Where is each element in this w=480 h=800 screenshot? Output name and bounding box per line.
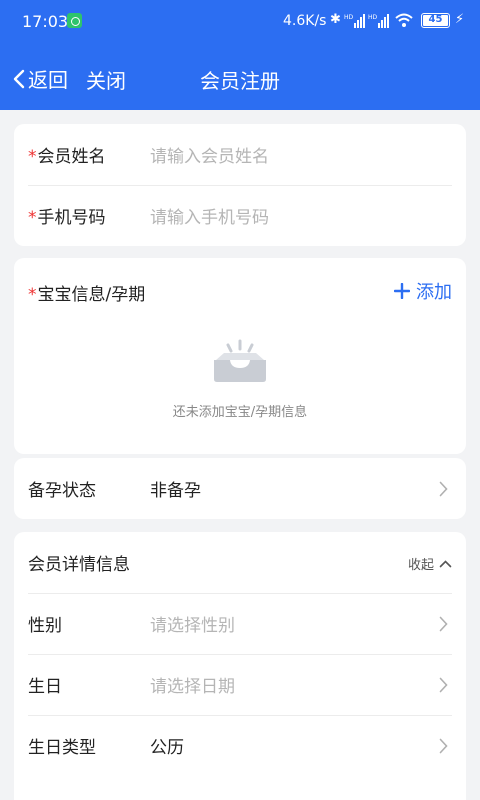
pregnancy-status-card: 备孕状态 非备孕 xyxy=(14,458,466,519)
basic-info-card: *会员姓名 请输入会员姓名 *手机号码 请输入手机号码 xyxy=(14,124,466,246)
status-time: 17:03 xyxy=(22,12,69,31)
header-bar: 17:03 4.6K/s ✱ HD HD 45 ⚡ 返回 关闭 会员注册 xyxy=(0,0,480,110)
name-row[interactable]: *会员姓名 请输入会员姓名 xyxy=(14,124,466,185)
required-mark: * xyxy=(28,285,37,305)
page-title: 会员注册 xyxy=(200,69,280,93)
add-label: 添加 xyxy=(416,282,452,303)
birthday-select[interactable]: 请选择日期 xyxy=(150,672,452,697)
svg-text:HD: HD xyxy=(368,14,378,21)
pregnancy-status-value: 非备孕 xyxy=(150,481,201,501)
chevron-right-icon xyxy=(439,738,448,754)
chevron-right-icon xyxy=(439,616,448,632)
collapse-button[interactable]: 收起 xyxy=(408,554,452,573)
birthday-type-label: 生日类型 xyxy=(28,738,96,758)
charging-icon: ⚡ xyxy=(455,12,465,27)
phone-row[interactable]: *手机号码 请输入手机号码 xyxy=(14,185,466,246)
empty-text: 还未添加宝宝/孕期信息 xyxy=(172,405,308,420)
name-label-text: 会员姓名 xyxy=(37,147,106,167)
status-bar: 17:03 4.6K/s ✱ HD HD 45 ⚡ xyxy=(0,0,480,44)
baby-info-card: *宝宝信息/孕期 添加 还未添加宝宝/孕期信息 xyxy=(14,258,466,454)
baby-info-label-text: 宝宝信息/孕期 xyxy=(37,285,146,305)
birthday-type-row[interactable]: 生日类型 公历 xyxy=(14,715,466,776)
birthday-row[interactable]: 生日 请选择日期 xyxy=(14,654,466,715)
birthday-type-value: 公历 xyxy=(150,738,184,758)
phone-input[interactable]: 请输入手机号码 xyxy=(150,203,452,228)
battery-icon: 45 xyxy=(421,13,450,28)
plus-icon xyxy=(394,283,410,299)
network-speed: 4.6K/s xyxy=(283,13,327,29)
signal-icon-2: HD xyxy=(368,14,389,28)
collapse-label: 收起 xyxy=(407,558,434,573)
phone-label-text: 手机号码 xyxy=(37,208,106,228)
nav-bar: 返回 关闭 会员注册 xyxy=(0,56,480,100)
empty-box-icon xyxy=(214,339,266,382)
chevron-up-icon xyxy=(439,559,452,567)
add-baby-button[interactable]: 添加 xyxy=(394,278,452,304)
required-mark: * xyxy=(28,147,37,167)
chevron-right-icon xyxy=(439,481,448,497)
pregnancy-status-row[interactable]: 备孕状态 非备孕 xyxy=(14,458,466,519)
required-mark: * xyxy=(28,208,37,228)
chevron-right-icon xyxy=(439,677,448,693)
gender-row[interactable]: 性别 请选择性别 xyxy=(14,593,466,654)
signal-icon: HD xyxy=(344,14,365,28)
app-notification-icon xyxy=(67,13,82,28)
svg-text:HD: HD xyxy=(344,14,354,21)
gender-select[interactable]: 请选择性别 xyxy=(150,611,452,636)
member-details-card: 会员详情信息 收起 性别 请选择性别 生日 请选择日期 生日类型 公历 xyxy=(14,532,466,800)
baby-info-label: *宝宝信息/孕期 xyxy=(28,280,145,305)
details-header: 会员详情信息 xyxy=(28,555,130,575)
name-label: *会员姓名 xyxy=(28,142,150,167)
gender-label: 性别 xyxy=(28,616,62,636)
bluetooth-icon: ✱ xyxy=(330,12,341,27)
wifi-icon xyxy=(395,13,413,27)
details-header-row: 会员详情信息 收起 xyxy=(14,532,466,593)
phone-label: *手机号码 xyxy=(28,203,150,228)
birthday-label: 生日 xyxy=(28,677,62,697)
pregnancy-status-label: 备孕状态 xyxy=(28,481,96,501)
battery-level: 45 xyxy=(428,14,443,25)
name-input[interactable]: 请输入会员姓名 xyxy=(150,142,452,167)
